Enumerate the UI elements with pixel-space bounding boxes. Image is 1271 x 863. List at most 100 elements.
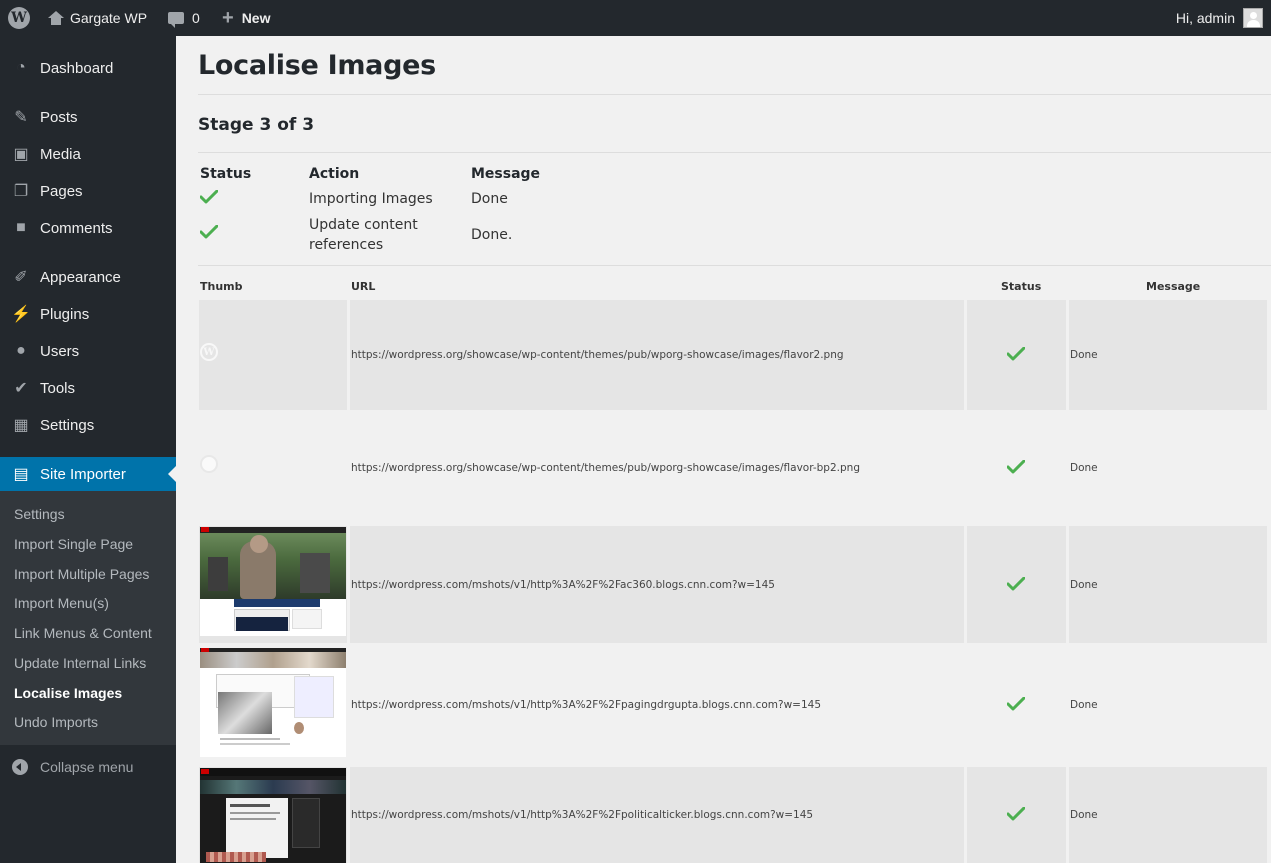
document-icon: ▤ <box>13 466 29 483</box>
image-url: https://wordpress.org/showcase/wp-conten… <box>351 462 860 474</box>
submenu-item-import-multiple-pages[interactable]: Import Multiple Pages <box>14 564 149 584</box>
sidebar-item-label: Dashboard <box>40 59 114 77</box>
settings-icon: ▦ <box>13 417 29 434</box>
sidebar-item-settings[interactable]: ▦ Settings <box>0 408 176 442</box>
submenu-item-import-single-page[interactable]: Import Single Page <box>14 534 133 554</box>
new-label: New <box>241 10 271 26</box>
dashboard-icon: ◔ <box>16 59 26 76</box>
url-cell: https://wordpress.com/mshots/v1/http%3A%… <box>350 767 964 863</box>
status-cell <box>967 643 1066 767</box>
media-icon: ▣ <box>13 146 29 163</box>
submenu-item-update-internal-links[interactable]: Update Internal Links <box>14 653 146 673</box>
message-text: Done. <box>471 227 513 243</box>
wordpress-logo-icon[interactable]: W <box>8 0 32 36</box>
message-header: Message <box>471 166 541 182</box>
sidebar-item-media[interactable]: ▣ Media <box>0 137 176 171</box>
comments-count: 0 <box>192 10 200 26</box>
buddypress-logo-thumbnail <box>200 455 218 473</box>
website-screenshot-thumbnail <box>200 648 346 757</box>
collapse-menu-label: Collapse menu <box>40 759 134 775</box>
row-message: Done <box>1070 699 1098 711</box>
website-screenshot-thumbnail <box>200 527 346 636</box>
divider <box>198 265 1271 266</box>
row-message: Done <box>1070 349 1098 361</box>
status-cell <box>967 300 1066 410</box>
comment-icon: ■ <box>16 219 26 236</box>
divider <box>198 152 1271 153</box>
sidebar-item-label: Media <box>40 145 81 163</box>
status-cell <box>967 767 1066 863</box>
sidebar-item-posts[interactable]: ✎ Posts <box>0 100 176 134</box>
table-row: W https://wordpress.org/showcase/wp-cont… <box>199 300 1267 410</box>
message-cell: Done <box>1069 300 1267 410</box>
row-message: Done <box>1070 578 1098 591</box>
sidebar-item-label: Tools <box>40 379 76 397</box>
site-importer-submenu: Settings Import Single Page Import Multi… <box>0 491 176 745</box>
table-row: https://wordpress.com/mshots/v1/http%3A%… <box>199 526 1267 643</box>
status-cell <box>967 526 1066 643</box>
thumb-cell <box>199 526 347 643</box>
submenu-item-import-menus[interactable]: Import Menu(s) <box>14 593 109 613</box>
message-cell: Done <box>1069 643 1267 767</box>
url-cell: https://wordpress.com/mshots/v1/http%3A%… <box>350 526 964 643</box>
howdy-label: Hi, admin <box>1175 10 1235 26</box>
action-text: Update content <box>309 217 418 233</box>
sidebar-item-appearance[interactable]: ✐ Appearance <box>0 260 176 294</box>
new-content-link[interactable]: + New <box>222 0 270 36</box>
check-icon <box>1007 460 1025 474</box>
sidebar-item-pages[interactable]: ❐ Pages <box>0 174 176 208</box>
submenu-item-undo-imports[interactable]: Undo Imports <box>14 712 98 732</box>
check-icon <box>1007 697 1025 711</box>
wordpress-logo-thumbnail: W <box>200 343 218 361</box>
sidebar-item-plugins[interactable]: ⚡ Plugins <box>0 297 176 331</box>
sidebar-item-comments[interactable]: ■ Comments <box>0 211 176 245</box>
url-cell: https://wordpress.com/mshots/v1/http%3A%… <box>350 643 964 767</box>
site-name-label: Gargate WP <box>70 10 148 26</box>
sidebar-item-dashboard[interactable]: ◔ Dashboard <box>0 51 176 85</box>
image-url: https://wordpress.org/showcase/wp-conten… <box>351 349 844 361</box>
message-text: Done <box>471 191 508 207</box>
website-screenshot-thumbnail <box>200 768 346 863</box>
thumb-cell <box>199 410 347 526</box>
check-icon <box>1007 576 1025 591</box>
site-name-link[interactable]: Gargate WP <box>48 0 147 36</box>
thumb-cell: W <box>199 300 347 410</box>
sidebar-item-label: Plugins <box>40 305 90 323</box>
home-icon <box>48 11 64 25</box>
row-message: Done <box>1070 809 1098 821</box>
image-url: https://wordpress.com/mshots/v1/http%3A%… <box>351 578 775 591</box>
pin-icon: ✎ <box>14 109 28 126</box>
table-row: https://wordpress.org/showcase/wp-conten… <box>199 410 1267 526</box>
sidebar-item-label: Posts <box>40 108 78 126</box>
submenu-item-link-menus-content[interactable]: Link Menus & Content <box>14 623 152 643</box>
url-cell: https://wordpress.org/showcase/wp-conten… <box>350 300 964 410</box>
action-text: Importing Images <box>309 191 433 207</box>
check-icon <box>1007 807 1025 821</box>
sidebar-item-label: Settings <box>40 416 95 434</box>
status-column-header: Status <box>1001 280 1042 293</box>
page-title: Localise Images <box>198 50 436 81</box>
main-content: Localise Images Stage 3 of 3 Status Acti… <box>176 36 1271 863</box>
account-menu[interactable]: Hi, admin <box>1176 0 1263 36</box>
sidebar-item-label: Appearance <box>40 268 121 286</box>
comments-link[interactable]: 0 <box>168 0 200 36</box>
admin-bar: W Gargate WP 0 + New Hi, admin <box>0 0 1271 36</box>
message-column-header: Message <box>1146 280 1201 293</box>
message-cell: Done <box>1069 767 1267 863</box>
url-cell: https://wordpress.org/showcase/wp-conten… <box>350 410 964 526</box>
stage-heading: Stage 3 of 3 <box>198 115 315 135</box>
collapse-menu-button[interactable]: Collapse menu <box>0 752 176 782</box>
status-cell <box>967 410 1066 526</box>
user-icon: ● <box>16 342 26 359</box>
plug-icon: ⚡ <box>11 306 31 323</box>
sidebar-item-tools[interactable]: ✔ Tools <box>0 371 176 405</box>
check-icon <box>200 190 218 204</box>
submenu-item-settings[interactable]: Settings <box>14 504 65 524</box>
sidebar-item-users[interactable]: ● Users <box>0 334 176 368</box>
submenu-item-localise-images[interactable]: Localise Images <box>14 683 122 703</box>
thumb-column-header: Thumb <box>200 280 243 293</box>
sidebar-item-site-importer[interactable]: ▤ Site Importer <box>0 457 176 491</box>
plus-icon: + <box>222 7 234 29</box>
brush-icon: ✐ <box>14 269 28 286</box>
sidebar-item-label: Comments <box>40 219 113 237</box>
